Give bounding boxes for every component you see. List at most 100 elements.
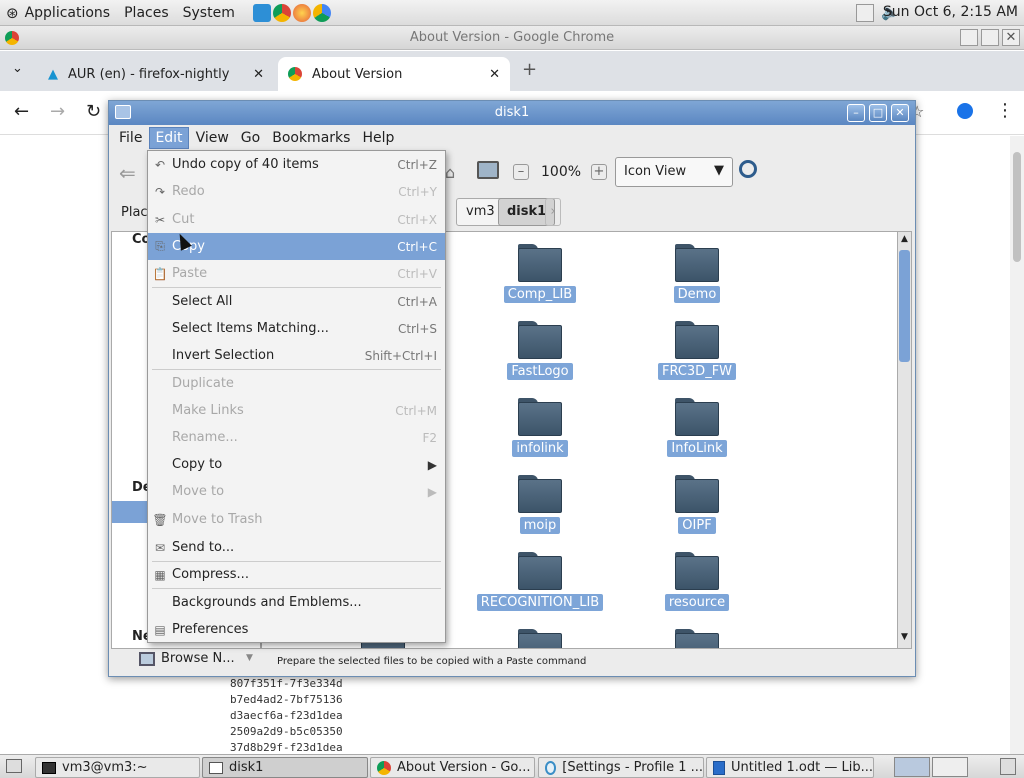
profile-avatar-icon[interactable]	[957, 103, 973, 119]
variation-line: b7ed4ad2-7bf75136	[230, 693, 343, 706]
maximize-button[interactable]: □	[869, 104, 887, 122]
folder-item-partial[interactable]	[465, 629, 615, 648]
menu-item-undo-copy-of-40-items[interactable]: ↶ Undo copy of 40 items Ctrl+Z	[148, 151, 445, 178]
tab-close-icon[interactable]: ✕	[253, 67, 264, 82]
chrome-menu-icon[interactable]: ⋮	[996, 100, 1014, 121]
reload-icon[interactable]: ↻	[86, 101, 101, 122]
tab-label: AUR (en) - firefox-nightly	[68, 66, 230, 82]
menu-item-rename[interactable]: Rename... F2	[148, 424, 445, 451]
menu-item-copy[interactable]: ⎘ Copy Ctrl+C	[148, 233, 445, 260]
taskbar-label: [Settings - Profile 1 ...	[562, 760, 703, 775]
chrome-icon	[288, 67, 302, 81]
tab-aur[interactable]: ▲ AUR (en) - firefox-nightly ✕	[38, 57, 274, 91]
menu-file[interactable]: File	[114, 128, 147, 148]
menu-item-compress[interactable]: ▦ Compress...	[148, 561, 445, 588]
menu-item-send-to[interactable]: ✉ Send to...	[148, 534, 445, 561]
window-minimize-button[interactable]	[960, 29, 978, 46]
folder-item[interactable]: moip	[465, 475, 615, 534]
taskbar-item-chrome[interactable]: About Version - Go...	[370, 757, 535, 778]
back-icon[interactable]: ⇐	[119, 161, 136, 185]
scroll-down-icon[interactable]: ▼	[901, 632, 908, 642]
menu-item-label: Compress...	[172, 567, 249, 582]
variation-line: 2509a2d9-b5c05350	[230, 725, 343, 738]
folder-item[interactable]: FRC3D_FW	[622, 321, 772, 380]
menu-item-copy-to[interactable]: Copy to ▶	[148, 451, 445, 478]
menu-edit[interactable]: Edit	[149, 127, 189, 149]
zoom-in-icon[interactable]: +	[591, 164, 607, 180]
folder-item-partial[interactable]	[622, 629, 772, 648]
menu-bookmarks[interactable]: Bookmarks	[267, 128, 355, 148]
menu-item-cut[interactable]: ✂ Cut Ctrl+X	[148, 206, 445, 233]
back-arrow-icon[interactable]: ←	[14, 101, 29, 122]
menu-item-paste[interactable]: 📋 Paste Ctrl+V	[148, 260, 445, 287]
taskbar-item-terminal[interactable]: vm3@vm3:~	[35, 757, 200, 778]
paste-icon: 📋	[152, 266, 168, 281]
menu-item-redo[interactable]: ↷ Redo Ctrl+Y	[148, 178, 445, 205]
zoom-out-icon[interactable]: –	[513, 164, 529, 180]
chrome-launcher-icon[interactable]	[272, 3, 291, 22]
grid-scrollbar[interactable]: ▲ ▼	[897, 231, 912, 649]
menu-item-select-all[interactable]: Select All Ctrl+A	[148, 288, 445, 315]
chrome-icon	[377, 760, 391, 775]
tab-search-chevron-icon[interactable]: ⌄	[12, 61, 23, 76]
folder-item[interactable]: Comp_LIB	[465, 244, 615, 303]
path-scroll-right-icon[interactable]: ›	[545, 198, 561, 226]
menu-item-move-to-trash[interactable]: 🗑 Move to Trash	[148, 506, 445, 533]
firefox-launcher-icon[interactable]	[292, 3, 311, 22]
folder-item[interactable]: OIPF	[622, 475, 772, 534]
taskbar-item-disk1[interactable]: disk1	[202, 757, 368, 778]
page-scrollbar[interactable]	[1010, 136, 1024, 754]
search-icon[interactable]	[739, 160, 757, 178]
gnome-foot-icon[interactable]: ⊛	[6, 4, 19, 22]
menu-item-duplicate[interactable]: Duplicate	[148, 370, 445, 397]
sidebar-item-selected[interactable]	[112, 501, 148, 523]
menu-applications[interactable]: Applications	[25, 5, 111, 21]
window-maximize-button[interactable]	[981, 29, 999, 46]
file-manager-titlebar: disk1 – □ ✕	[109, 101, 915, 125]
menu-item-invert-selection[interactable]: Invert Selection Shift+Ctrl+I	[148, 342, 445, 369]
vscode-launcher-icon[interactable]	[252, 3, 271, 22]
forward-arrow-icon[interactable]: →	[50, 101, 65, 122]
show-desktop-icon[interactable]	[6, 759, 22, 773]
chrome-dev-launcher-icon[interactable]	[312, 3, 331, 22]
menu-help[interactable]: Help	[357, 128, 399, 148]
page-scrollbar-thumb[interactable]	[1013, 152, 1021, 262]
scroll-up-icon[interactable]: ▲	[901, 234, 908, 244]
tab-close-icon[interactable]: ✕	[489, 67, 500, 82]
menu-view[interactable]: View	[191, 128, 234, 148]
workspace-switcher-2[interactable]	[932, 757, 968, 777]
notification-icon[interactable]	[856, 4, 874, 22]
new-tab-button[interactable]: +	[522, 59, 537, 80]
tab-about-version[interactable]: About Version ✕	[278, 57, 510, 91]
home-icon[interactable]: ⌂	[445, 163, 455, 182]
window-close-button[interactable]: ✕	[1002, 29, 1020, 46]
taskbar-item-settings[interactable]: [Settings - Profile 1 ...	[538, 757, 704, 778]
menu-item-preferences[interactable]: ▤ Preferences	[148, 616, 445, 643]
folder-item[interactable]: infolink	[465, 398, 615, 457]
grid-scrollbar-thumb[interactable]	[899, 250, 910, 362]
view-mode-select[interactable]: Icon View ▼	[615, 157, 733, 187]
menu-go[interactable]: Go	[236, 128, 265, 148]
menu-item-backgrounds-and-emblems[interactable]: Backgrounds and Emblems...	[148, 589, 445, 616]
panel-clock[interactable]: Sun Oct 6, 2:15 AM	[883, 4, 1018, 20]
close-button[interactable]: ✕	[891, 104, 909, 122]
folder-item[interactable]: RECOGNITION_LIB	[465, 552, 615, 611]
folder-item[interactable]: Demo	[622, 244, 772, 303]
menu-item-label: Send to...	[172, 540, 235, 555]
computer-icon[interactable]	[477, 161, 499, 179]
menu-item-select-items-matching[interactable]: Select Items Matching... Ctrl+S	[148, 315, 445, 342]
menu-item-accel: Ctrl+S	[397, 321, 437, 336]
window-menu-icon[interactable]	[115, 105, 131, 119]
menu-places[interactable]: Places	[124, 5, 169, 21]
folder-item[interactable]: resource	[622, 552, 772, 611]
folder-item[interactable]: InfoLink	[622, 398, 772, 457]
workspace-switcher[interactable]	[894, 757, 930, 777]
taskbar-item-writer[interactable]: Untitled 1.odt — Lib...	[706, 757, 874, 778]
menu-system[interactable]: System	[183, 5, 235, 21]
menu-item-move-to[interactable]: Move to ▶	[148, 478, 445, 505]
trash-applet-icon[interactable]	[1000, 758, 1016, 775]
folder-icon	[675, 552, 719, 590]
folder-item[interactable]: FastLogo	[465, 321, 615, 380]
minimize-button[interactable]: –	[847, 104, 865, 122]
menu-item-make-links[interactable]: Make Links Ctrl+M	[148, 397, 445, 424]
